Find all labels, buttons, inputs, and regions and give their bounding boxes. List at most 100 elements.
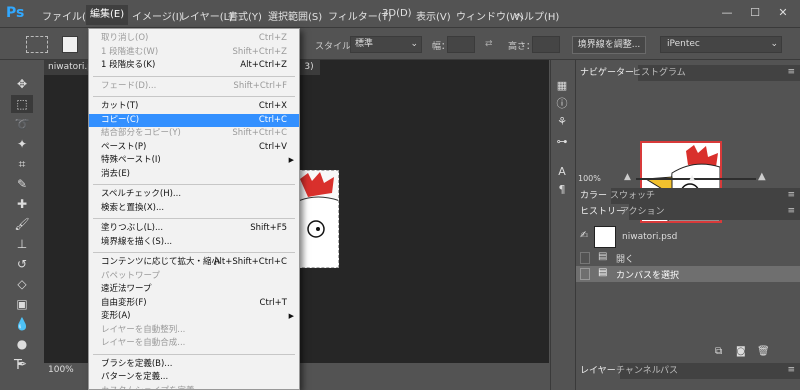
zoom-out-icon[interactable]: ▲ xyxy=(624,172,631,182)
menu-item-label: レイヤーを自動合成... xyxy=(101,338,186,348)
zoom-in-icon[interactable]: ▲ xyxy=(758,171,766,182)
canvas[interactable] xyxy=(297,170,339,268)
lasso-tool-icon[interactable]: ➰ xyxy=(11,115,33,133)
menu-type[interactable]: 書式(Y) xyxy=(228,8,262,23)
marquee-tool-icon[interactable]: ⬚ xyxy=(11,95,33,113)
edit-menu-item[interactable]: ペースト(P) Ctrl+V xyxy=(89,141,299,154)
edit-menu-item[interactable]: 結合部分をコピー(Y) Shift+Ctrl+C xyxy=(89,127,299,140)
history-checkbox[interactable] xyxy=(580,252,590,264)
healing-brush-tool-icon[interactable]: ✚ xyxy=(11,195,33,213)
gradient-tool-icon[interactable]: ▣ xyxy=(11,295,33,313)
minimize-button[interactable]: — xyxy=(718,6,736,20)
clone-stamp-tool-icon[interactable]: ⊥ xyxy=(11,235,33,253)
panel-menu-icon[interactable]: ≡ xyxy=(787,190,795,200)
adjustments-panel-icon[interactable]: ⊶ xyxy=(554,134,570,150)
paragraph-panel-icon[interactable]: ¶ xyxy=(554,182,570,198)
edit-menu-item[interactable]: 自由変形(F) Ctrl+T xyxy=(89,297,299,310)
menu-view[interactable]: 表示(V) xyxy=(416,8,451,23)
menu-image[interactable]: イメージ(I) xyxy=(132,8,183,23)
document-tab-suffix[interactable]: 3) xyxy=(298,60,320,75)
edit-menu-item[interactable]: フェード(D)... Shift+Ctrl+F xyxy=(89,80,299,93)
edit-menu-item[interactable]: 消去(E) xyxy=(89,168,299,181)
history-state[interactable]: ▤ 開く xyxy=(576,250,800,266)
edit-menu-item[interactable]: 1 段階戻る(K) Alt+Ctrl+Z xyxy=(89,59,299,72)
type-tool-icon[interactable]: T xyxy=(14,358,22,373)
edit-menu-item[interactable]: カット(T) Ctrl+X xyxy=(89,100,299,113)
chevron-down-icon: ⌄ xyxy=(410,39,418,49)
panel-menu-icon[interactable]: ≡ xyxy=(787,206,795,216)
tab-paths[interactable]: パス xyxy=(656,363,682,379)
zoom-readout[interactable]: 100% xyxy=(48,365,74,375)
menu-help[interactable]: ヘルプ(H) xyxy=(514,8,559,23)
menu-item-label: カット(T) xyxy=(101,101,139,111)
marquee-tool-preset-icon[interactable] xyxy=(26,36,48,53)
brush-tool-icon[interactable]: 🖌 xyxy=(11,215,33,233)
tab-swatches[interactable]: スウォッチ xyxy=(606,188,659,204)
history-brush-source-icon[interactable]: ✍ xyxy=(580,230,588,241)
style-select[interactable]: 標準 ⌄ xyxy=(350,36,422,53)
edit-menu-item[interactable]: パターンを定義... xyxy=(89,371,299,384)
info-panel-icon[interactable]: ⓘ xyxy=(554,96,570,112)
trash-icon[interactable]: 🗑 xyxy=(757,346,770,357)
edit-menu-item[interactable]: ブラシを定義(B)... xyxy=(89,358,299,371)
history-snapshot[interactable]: ✍ niwatori.psd xyxy=(576,224,800,250)
layers-tabs: レイヤー チャンネル パス ≡ xyxy=(576,363,800,379)
blur-tool-icon[interactable]: 💧 xyxy=(11,315,33,333)
swap-icon[interactable]: ⇄ xyxy=(485,39,493,49)
crop-tool-icon[interactable]: ⌗ xyxy=(11,155,33,173)
menu-item-shortcut: Ctrl+X xyxy=(258,101,287,111)
eraser-tool-icon[interactable]: ◇ xyxy=(11,275,33,293)
edit-menu-item[interactable]: 遠近法ワープ xyxy=(89,283,299,296)
zoom-slider[interactable] xyxy=(636,178,756,180)
eyedropper-tool-icon[interactable]: ✎ xyxy=(11,175,33,193)
tab-actions[interactable]: アクション xyxy=(616,204,669,220)
height-input[interactable] xyxy=(532,36,560,53)
edit-menu-item[interactable]: 取り消し(O) Ctrl+Z xyxy=(89,32,299,45)
camera-icon[interactable]: ◙ xyxy=(736,346,746,357)
dodge-tool-icon[interactable]: ● xyxy=(11,335,33,353)
move-tool-icon[interactable]: ✥ xyxy=(11,75,33,93)
menu-item-label: 塗りつぶし(L)... xyxy=(101,223,164,233)
edit-menu-item[interactable]: パペットワープ xyxy=(89,270,299,283)
new-selection-icon[interactable] xyxy=(62,36,78,53)
edit-menu-item[interactable]: 境界線を描く(S)... xyxy=(89,236,299,249)
edit-menu-item[interactable]: 検索と置換(X)... xyxy=(89,202,299,215)
edit-menu-item[interactable]: レイヤーを自動整列... xyxy=(89,324,299,337)
menu-edit[interactable]: 編集(E) xyxy=(86,5,129,25)
brush-panel-icon[interactable]: ⚘ xyxy=(554,114,570,130)
history-checkbox[interactable] xyxy=(580,268,590,280)
history-brush-tool-icon[interactable]: ↺ xyxy=(11,255,33,273)
menu-separator xyxy=(93,218,295,219)
edit-menu-item[interactable]: 変形(A) ▶ xyxy=(89,310,299,323)
edit-menu-item[interactable]: コピー(C) Ctrl+C xyxy=(89,113,299,127)
tab-histogram[interactable]: ヒストグラム xyxy=(628,65,690,81)
edit-menu-item[interactable]: レイヤーを自動合成... xyxy=(89,337,299,350)
menu-separator xyxy=(93,252,295,253)
width-input[interactable] xyxy=(447,36,475,53)
magic-wand-tool-icon[interactable]: ✦ xyxy=(11,135,33,153)
character-panel-icon[interactable]: A xyxy=(554,164,570,180)
close-button[interactable]: ✕ xyxy=(774,6,792,20)
menu-layer[interactable]: レイヤー(L) xyxy=(180,8,233,23)
menu-3d[interactable]: 3D(D) xyxy=(382,8,412,19)
snapshot-label: niwatori.psd xyxy=(622,232,678,242)
refine-edge-button[interactable]: 境界線を調整... xyxy=(572,36,646,54)
navigator-panel-icon[interactable]: ▦ xyxy=(554,78,570,94)
panel-menu-icon[interactable]: ≡ xyxy=(787,67,795,77)
workspace-select[interactable]: iPentec ⌄ xyxy=(660,36,782,53)
panel-menu-icon[interactable]: ≡ xyxy=(787,365,795,375)
new-document-from-state-icon[interactable]: ⧉ xyxy=(715,346,722,357)
edit-menu-item[interactable]: コンテンツに応じて拡大・縮小 Alt+Shift+Ctrl+C xyxy=(89,256,299,269)
edit-menu-item[interactable]: 特殊ペースト(I) ▶ xyxy=(89,154,299,167)
menu-select[interactable]: 選択範囲(S) xyxy=(268,8,322,23)
maximize-button[interactable]: ☐ xyxy=(746,6,764,20)
edit-menu-item[interactable]: 1 段階進む(W) Shift+Ctrl+Z xyxy=(89,46,299,59)
edit-menu-item[interactable]: スペルチェック(H)... xyxy=(89,188,299,201)
navigator-zoom[interactable]: 100% xyxy=(578,174,601,183)
history-state[interactable]: ▤ カンバスを選択 xyxy=(576,266,800,282)
edit-menu-item[interactable]: 塗りつぶし(L)... Shift+F5 xyxy=(89,222,299,235)
zoom-slider-handle[interactable]: ▲ xyxy=(689,173,695,182)
edit-menu-item[interactable]: カスタムシェイプを定義... xyxy=(89,385,299,390)
menu-separator xyxy=(93,96,295,97)
menu-item-label: 検索と置換(X)... xyxy=(101,202,165,213)
